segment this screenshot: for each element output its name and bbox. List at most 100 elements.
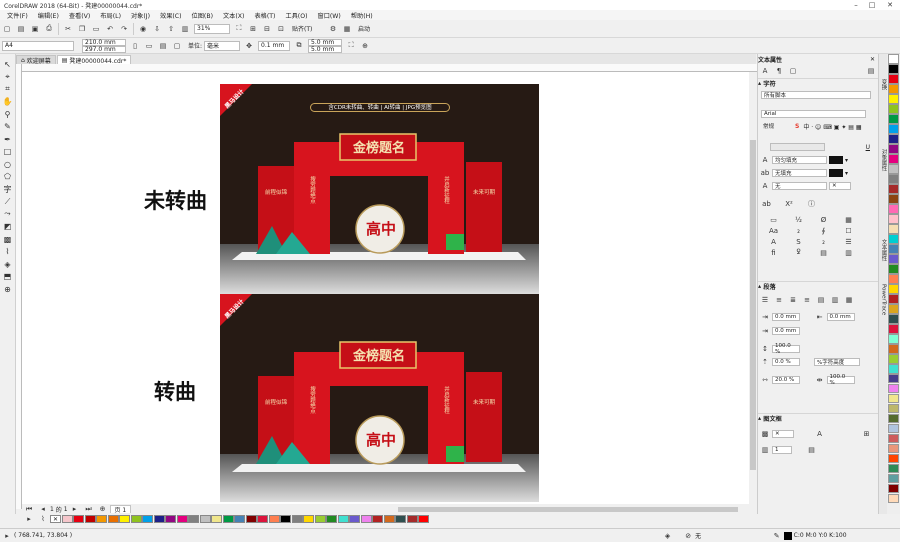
force-justify-icon[interactable]: ▥ bbox=[830, 294, 841, 305]
open-icon[interactable]: ▤ bbox=[16, 23, 27, 34]
options-gear-icon[interactable]: ⚙ bbox=[328, 23, 339, 34]
print-icon[interactable]: ⎙ bbox=[44, 23, 55, 34]
polygon-tool-icon[interactable]: ⬠ bbox=[2, 171, 14, 184]
color-swatch[interactable] bbox=[888, 84, 899, 94]
outline-color-select[interactable]: ✕ bbox=[829, 182, 851, 190]
eyedropper-icon[interactable]: ⌇ bbox=[2, 246, 14, 259]
frame-text-icon[interactable]: A bbox=[814, 428, 825, 439]
document-color-swatch[interactable] bbox=[176, 515, 188, 523]
more-icon[interactable]: ▦ bbox=[844, 294, 855, 305]
pick-tool-icon[interactable]: ↖ bbox=[2, 58, 14, 71]
document-color-swatch[interactable] bbox=[61, 515, 73, 523]
smart-fill-icon[interactable]: ⬒ bbox=[2, 271, 14, 284]
color-swatch[interactable] bbox=[888, 403, 899, 414]
copy-icon[interactable]: ❐ bbox=[77, 23, 88, 34]
document-color-swatch[interactable] bbox=[245, 515, 257, 523]
color-swatch[interactable] bbox=[888, 144, 899, 154]
outline-width-select[interactable]: 无 bbox=[772, 182, 827, 190]
cut-icon[interactable]: ✂ bbox=[63, 23, 74, 34]
parallel-dimension-icon[interactable]: ⟋ bbox=[2, 196, 14, 209]
align-none-icon[interactable]: ☰ bbox=[760, 294, 771, 305]
new-icon[interactable]: ▢ bbox=[2, 23, 13, 34]
glyph-icon[interactable]: ꝿ bbox=[788, 247, 810, 258]
strikethrough-icon[interactable]: ab bbox=[761, 199, 772, 210]
document-color-swatch[interactable] bbox=[96, 515, 107, 523]
save-icon[interactable]: ▣ bbox=[30, 23, 41, 34]
freehand-tool-icon[interactable]: ✎ bbox=[2, 121, 14, 134]
spacing-unit-select[interactable]: %字符高度 bbox=[814, 358, 860, 366]
document-color-swatch[interactable] bbox=[222, 515, 234, 523]
stylistic-s-icon[interactable]: S bbox=[788, 236, 810, 247]
document-color-swatch[interactable] bbox=[199, 515, 211, 523]
menu-edit[interactable]: 编辑(E) bbox=[33, 11, 64, 20]
show-guides-icon[interactable]: ⊡ bbox=[276, 23, 287, 34]
eyedropper-icon[interactable]: ⌇ bbox=[38, 514, 49, 525]
document-color-swatch[interactable] bbox=[418, 515, 429, 523]
document-color-swatch[interactable] bbox=[337, 515, 349, 523]
color-swatch[interactable] bbox=[888, 433, 899, 444]
document-color-swatch[interactable] bbox=[291, 515, 303, 523]
right-indent-field[interactable]: 0.0 mm bbox=[826, 313, 855, 321]
page-height-field[interactable]: 297.0 mm bbox=[82, 45, 126, 53]
document-color-swatch[interactable] bbox=[349, 515, 360, 523]
color-swatch[interactable] bbox=[888, 263, 899, 274]
artboard-top[interactable]: 黑马设计 含CDR未转曲、转曲 | AI转曲 | JPG预览图 金榜题名 高中 … bbox=[220, 84, 539, 294]
artistic-media-icon[interactable]: ✒ bbox=[2, 133, 14, 146]
paste-icon[interactable]: ▭ bbox=[91, 23, 102, 34]
document-color-swatch[interactable] bbox=[257, 515, 268, 523]
column-settings-icon[interactable]: ▤ bbox=[806, 445, 817, 456]
docker-close-icon[interactable]: ✕ bbox=[870, 56, 875, 63]
color-swatch[interactable] bbox=[888, 183, 899, 194]
color-swatch[interactable] bbox=[888, 473, 899, 484]
script-select[interactable]: 所有脚本 bbox=[761, 91, 871, 99]
color-swatch[interactable] bbox=[888, 114, 899, 124]
add-tool-icon[interactable]: ⊕ bbox=[2, 283, 14, 296]
columns-field[interactable]: 1 bbox=[772, 446, 792, 454]
menu-table[interactable]: 表格(T) bbox=[249, 11, 280, 20]
menu-object[interactable]: 对象(J) bbox=[126, 11, 155, 20]
color-swatch[interactable] bbox=[888, 353, 899, 364]
paragraph-mode-icon[interactable]: ¶ bbox=[774, 66, 785, 77]
artboard-bottom[interactable]: 黑马设计 金榜题名 高中 前程似锦 未来可期 搜劳题绝点 并启新征程 bbox=[220, 294, 539, 502]
text-tool-icon[interactable]: 字 bbox=[2, 183, 14, 196]
opentype-icon[interactable]: ▭ bbox=[763, 214, 785, 225]
color-swatch[interactable] bbox=[888, 74, 899, 84]
zoom-level-select[interactable]: 31% bbox=[194, 23, 230, 34]
add-page-icon[interactable]: ⊕ bbox=[360, 40, 371, 51]
color-swatch[interactable] bbox=[888, 64, 899, 74]
snap-to-dropdown[interactable]: 贴齐(T) bbox=[290, 24, 324, 34]
menu-window[interactable]: 窗口(W) bbox=[313, 11, 346, 20]
color-swatch[interactable] bbox=[888, 423, 899, 434]
color-swatch[interactable] bbox=[888, 293, 899, 304]
tab-document[interactable]: ▤ 凳建00000044.cdr* bbox=[56, 55, 132, 65]
color-swatch[interactable] bbox=[888, 273, 899, 284]
nudge-distance-field[interactable]: 0.1 mm bbox=[258, 40, 291, 51]
docker-menu-icon[interactable]: ▤ bbox=[866, 66, 877, 77]
tab-welcome[interactable]: ⌂ 欢迎屏幕 bbox=[16, 55, 56, 65]
document-color-swatch[interactable] bbox=[165, 515, 176, 523]
color-swatch[interactable] bbox=[888, 313, 899, 324]
duplicate-x-field[interactable]: 5.0 mm bbox=[308, 38, 343, 46]
color-swatch[interactable] bbox=[888, 453, 899, 464]
ordinal-icon[interactable]: Aa bbox=[763, 225, 785, 236]
color-swatch[interactable] bbox=[888, 483, 899, 494]
font-select[interactable]: Arial bbox=[761, 110, 866, 118]
menu-layout[interactable]: 布局(L) bbox=[95, 11, 126, 20]
show-grid-icon[interactable]: ⊟ bbox=[262, 23, 273, 34]
char-spacing-field[interactable]: 20.0 % bbox=[772, 376, 800, 384]
document-color-swatch[interactable] bbox=[314, 515, 326, 523]
import-icon[interactable]: ⇩ bbox=[152, 23, 163, 34]
document-color-swatch[interactable] bbox=[268, 515, 280, 523]
color-swatch[interactable] bbox=[888, 174, 899, 184]
character-section-header[interactable]: ▴ 字符 bbox=[758, 78, 878, 88]
page-tab[interactable]: 页 1 bbox=[109, 505, 132, 514]
color-swatch[interactable] bbox=[888, 124, 899, 134]
color-swatch[interactable] bbox=[888, 373, 899, 384]
drawing-canvas[interactable]: 未转曲 转曲 黑马设计 含CDR未转曲、转曲 | AI转曲 | JPG预览图 金… bbox=[22, 72, 749, 504]
contextual-icon[interactable]: A bbox=[763, 236, 785, 247]
menu-help[interactable]: 帮助(H) bbox=[346, 11, 378, 20]
font-size-field[interactable] bbox=[770, 143, 825, 151]
color-swatch[interactable] bbox=[888, 94, 899, 104]
color-swatch[interactable] bbox=[888, 443, 899, 454]
space-before-field[interactable]: 0.0 % bbox=[772, 358, 800, 366]
